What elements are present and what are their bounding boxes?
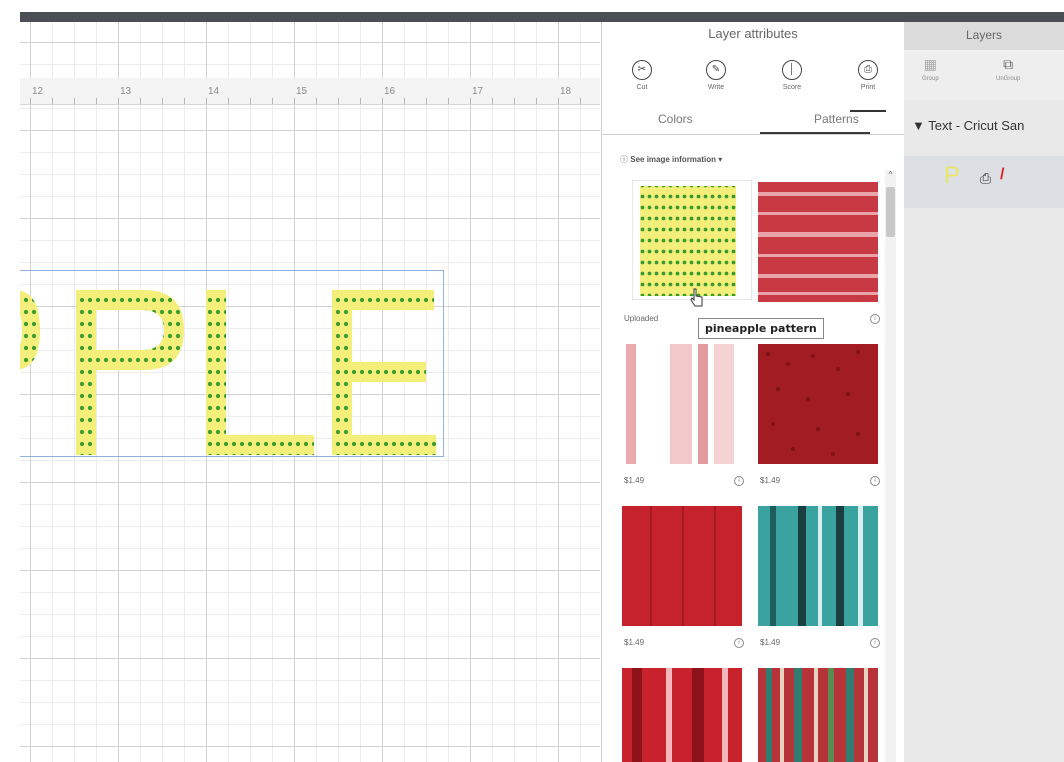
top-bar: [20, 12, 1064, 22]
layers-title: Layers: [904, 22, 1064, 50]
layer-row[interactable]: P ⎙ /: [904, 156, 1064, 208]
pattern-price: $1.49: [624, 476, 645, 485]
group-button[interactable]: ▦ Group: [922, 56, 939, 82]
info-icon[interactable]: i: [870, 314, 880, 324]
tool-label: Write: [707, 84, 725, 91]
ruler-tick: 13: [120, 86, 132, 97]
scroll-up-arrow-icon[interactable]: ^: [885, 170, 896, 182]
printer-icon[interactable]: ⎙: [980, 170, 991, 187]
panel-title: Layer attributes: [708, 26, 798, 41]
ungroup-icon: ⧉: [1003, 56, 1014, 72]
window-edge: [0, 0, 20, 762]
attribute-tabs: Colors Patterns: [602, 106, 904, 135]
tab-patterns[interactable]: Patterns: [814, 112, 859, 126]
layer-thumbnail: P: [944, 162, 961, 189]
active-tab-indicator: [760, 132, 870, 134]
layer-group-name: Text - Cricut San: [928, 118, 1025, 133]
tool-label: Cut: [636, 84, 648, 91]
ruler-tick: 17: [472, 86, 484, 97]
pattern-tile-pink-stripes[interactable]: [622, 344, 742, 464]
layers-panel: Layers ▦ Group ⧉ UnGroup ▼ Text - Cricut…: [904, 22, 1064, 762]
cut-button[interactable]: ✂ Cut: [620, 60, 664, 91]
pattern-tooltip: pineapple pattern: [698, 318, 824, 339]
tab-colors[interactable]: Colors: [658, 112, 693, 126]
no-color-slash-icon[interactable]: /: [1000, 166, 1004, 184]
info-icon[interactable]: i: [734, 638, 744, 648]
ruler-tick: 12: [32, 86, 44, 97]
score-icon: │: [782, 60, 802, 80]
scroll-thumb[interactable]: [886, 187, 895, 237]
see-image-info-toggle[interactable]: ⓘ See image information ▾: [620, 154, 722, 165]
info-icon[interactable]: i: [734, 476, 744, 486]
info-icon[interactable]: i: [870, 638, 880, 648]
layers-toolbar: ▦ Group ⧉ UnGroup: [904, 50, 1064, 100]
pattern-price: $1.49: [624, 638, 645, 647]
score-button[interactable]: │ Score: [770, 60, 814, 91]
pattern-tile-pineapple[interactable]: [632, 180, 752, 300]
info-icon[interactable]: i: [870, 476, 880, 486]
caret-down-icon: ▾: [716, 155, 723, 164]
pattern-tile-red-buffalo[interactable]: [622, 668, 742, 762]
ungroup-button[interactable]: ⧉ UnGroup: [996, 56, 1020, 82]
ruler-tick: 14: [208, 86, 220, 97]
horizontal-ruler: 12 13 14 15 16 17 18: [20, 78, 600, 105]
selection-bounding-box[interactable]: [20, 270, 444, 457]
pen-icon: ✎: [706, 60, 726, 80]
pointer-cursor-icon: [690, 288, 703, 307]
see-info-label: See image information: [630, 155, 717, 164]
printer-icon: ⎙: [858, 60, 878, 80]
pattern-tile-dark-red-dots[interactable]: [758, 344, 878, 464]
pattern-tile-red-plaid[interactable]: [622, 506, 742, 626]
pattern-price: $1.49: [760, 476, 781, 485]
tool-label: Print: [860, 84, 876, 91]
ruler-tick: 18: [560, 86, 572, 97]
print-button[interactable]: ⎙ Print: [846, 60, 890, 112]
pattern-tile-teal-stripes[interactable]: [758, 506, 878, 626]
info-icon: ⓘ: [620, 155, 631, 164]
write-button[interactable]: ✎ Write: [694, 60, 738, 91]
tool-label: UnGroup: [996, 76, 1021, 82]
layer-group-header[interactable]: ▼ Text - Cricut San: [904, 118, 1064, 146]
scissors-icon: ✂: [632, 60, 652, 80]
pattern-price: $1.49: [760, 638, 781, 647]
ruler-tick: 16: [384, 86, 396, 97]
pattern-scrollbar[interactable]: [885, 170, 896, 762]
group-icon: ▦: [923, 56, 937, 72]
caret-down-icon: ▼: [912, 118, 929, 133]
design-canvas[interactable]: 12 13 14 15 16 17 18: [20, 22, 600, 762]
ruler-tick: 15: [296, 86, 308, 97]
pattern-tile-multi-stripes[interactable]: [758, 668, 878, 762]
layer-attributes-panel: Layer attributes ✂ Cut ✎ Write │ Score ⎙…: [601, 22, 904, 762]
tool-label: Score: [782, 84, 802, 91]
pattern-tile-red-stripes[interactable]: [758, 182, 878, 302]
pattern-label: Uploaded: [624, 314, 659, 323]
tool-label: Group: [922, 76, 939, 82]
